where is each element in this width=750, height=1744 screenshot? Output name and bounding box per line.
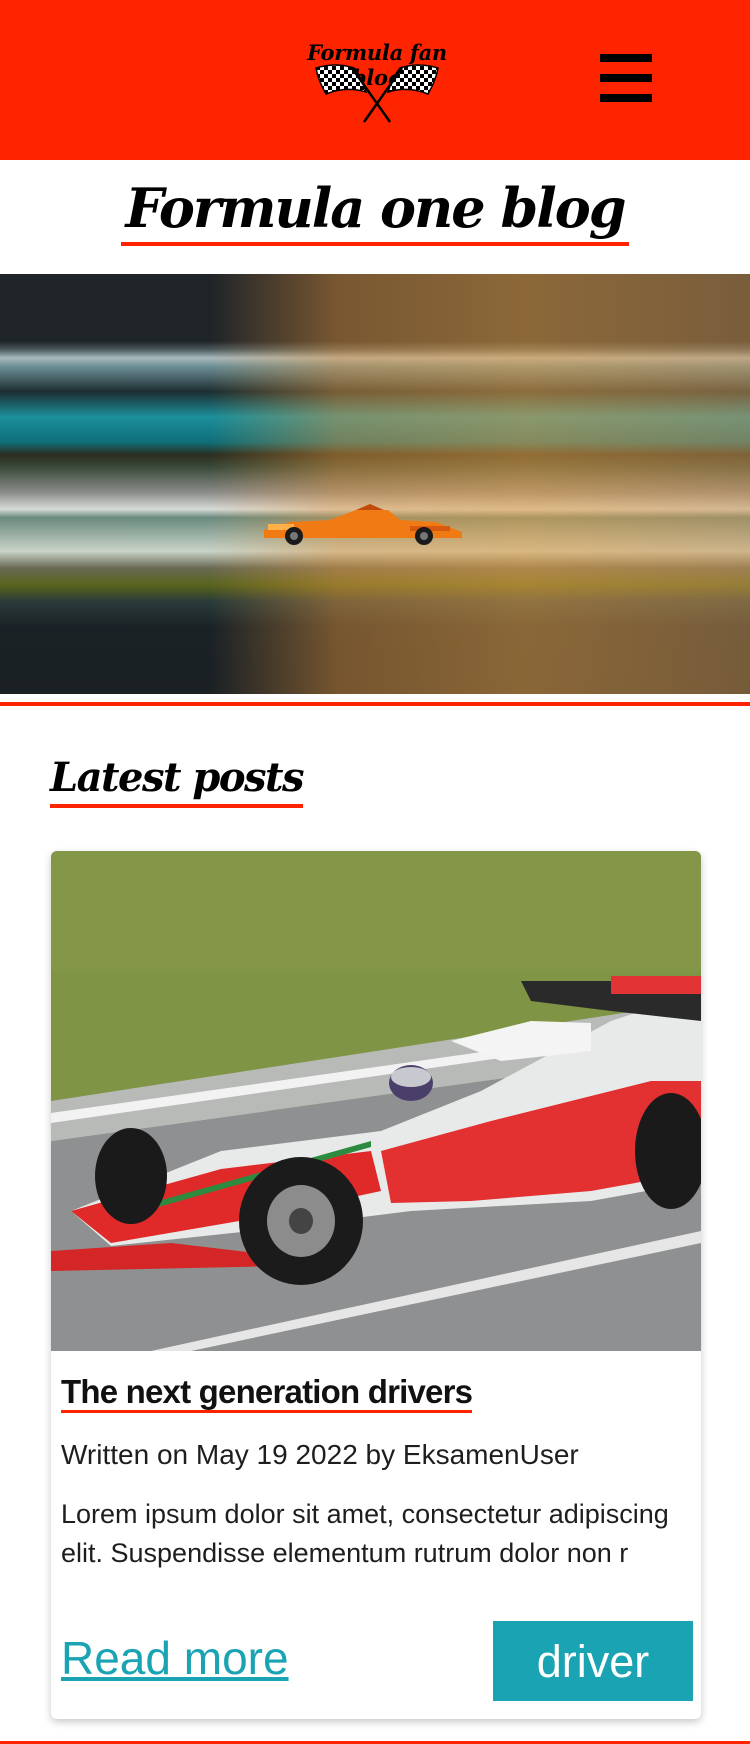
site-header: Formula fan blog bbox=[0, 0, 750, 160]
site-logo[interactable]: Formula fan blog bbox=[282, 40, 472, 124]
hamburger-menu-icon[interactable] bbox=[598, 54, 654, 106]
post-title[interactable]: The next generation drivers bbox=[61, 1371, 473, 1413]
menu-bar bbox=[600, 94, 652, 102]
latest-posts-heading: Latest posts bbox=[50, 752, 305, 808]
post-image[interactable] bbox=[51, 851, 701, 1351]
post-excerpt: Lorem ipsum dolor sit amet, consectetur … bbox=[61, 1499, 669, 1568]
read-more-link[interactable]: Read more bbox=[61, 1629, 289, 1687]
post-title-link[interactable]: The next generation drivers bbox=[61, 1373, 473, 1413]
hero-divider bbox=[0, 702, 750, 706]
hero-light-streaks bbox=[0, 274, 750, 694]
f1-car-icon bbox=[264, 504, 462, 545]
post-card[interactable]: The next generation drivers Written on M… bbox=[51, 851, 701, 1719]
race-car-photo bbox=[51, 851, 701, 1351]
page-title: Formula one blog bbox=[0, 174, 750, 246]
checkered-flags-icon bbox=[315, 64, 439, 123]
latest-posts-title: Latest posts bbox=[50, 752, 305, 808]
page-title-text: Formula one blog bbox=[121, 174, 629, 246]
hero-image bbox=[0, 274, 750, 694]
menu-bar bbox=[600, 74, 652, 82]
menu-bar bbox=[600, 54, 652, 62]
post-meta: Written on May 19 2022 by EksamenUser bbox=[61, 1439, 579, 1470]
category-badge[interactable]: driver bbox=[493, 1621, 693, 1701]
